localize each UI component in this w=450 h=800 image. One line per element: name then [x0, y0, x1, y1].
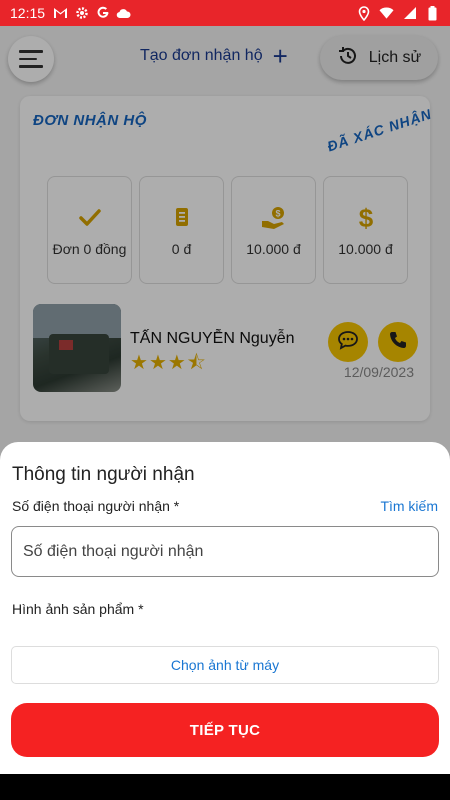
cloud-icon	[116, 6, 131, 21]
sheet-title: Thông tin người nhận	[12, 464, 195, 485]
location-icon	[356, 5, 371, 21]
phone-label: Số điện thoại người nhận *	[12, 498, 180, 514]
gmail-icon	[53, 6, 68, 21]
battery-icon	[425, 5, 440, 21]
search-link[interactable]: Tìm kiếm	[380, 498, 438, 514]
phone-input[interactable]	[11, 526, 439, 577]
status-time: 12:15	[10, 5, 46, 21]
system-nav-bar	[0, 774, 450, 800]
status-right-icons	[356, 5, 440, 21]
settings-icon	[74, 6, 89, 21]
product-image-label: Hình ảnh sản phẩm *	[12, 601, 144, 617]
status-bar: 12:15	[0, 0, 450, 26]
wifi-icon	[379, 6, 394, 21]
status-left-icons	[53, 6, 131, 21]
pick-image-button[interactable]: Chọn ảnh từ máy	[11, 646, 439, 684]
recipient-info-sheet: Thông tin người nhận Số điện thoại người…	[0, 442, 450, 774]
continue-button[interactable]: TIẾP TỤC	[11, 703, 439, 757]
signal-icon	[402, 6, 417, 21]
google-icon	[95, 6, 110, 21]
